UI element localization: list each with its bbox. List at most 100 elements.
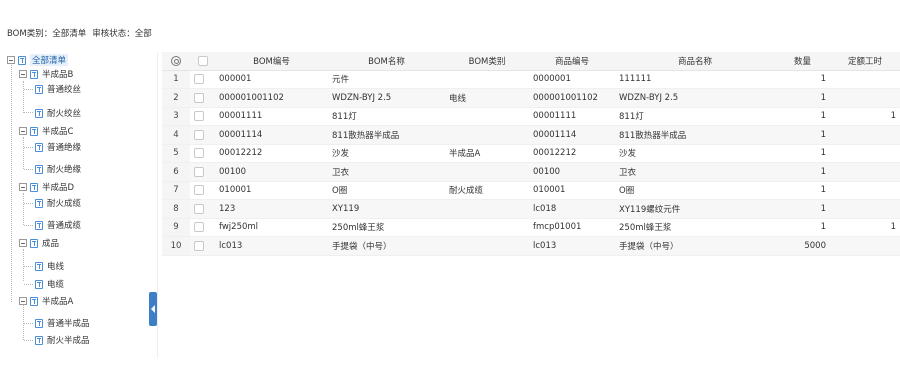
column-settings[interactable] <box>162 52 190 71</box>
tree-node-label: 耐火绝缘 <box>47 165 82 175</box>
table-row[interactable]: 4 00001114 811散热器半成品 00001114 811散热器半成品 … <box>162 125 900 145</box>
collapse-icon[interactable] <box>7 56 15 64</box>
row-checkbox[interactable] <box>194 148 204 158</box>
table-row[interactable]: 3 00001111 811灯 00001111 811灯 1 1 <box>162 107 900 126</box>
row-select[interactable] <box>190 199 215 219</box>
tree-node-label: 半成品A <box>42 297 74 307</box>
gear-icon[interactable] <box>171 55 181 66</box>
column-header[interactable]: 商品编号 <box>529 52 615 71</box>
cell-qty: 5000 <box>775 236 830 256</box>
cell-hours <box>830 199 900 219</box>
cell-item-name: 811散热器半成品 <box>615 125 775 145</box>
tree-node-leaf[interactable]: 普通半成品 <box>35 316 90 330</box>
table-row[interactable]: 7 010001 O圈 耐火成缆 010001 O圈 1 <box>162 181 900 200</box>
filter-summary: BOM类别：全部清单 审核状态：全部 <box>7 27 152 39</box>
table-row[interactable]: 9 fwj250ml 250ml蜂王浆 fmcp01001 250ml蜂王浆 1… <box>162 218 900 237</box>
row-select[interactable] <box>190 236 215 256</box>
tree-node-root[interactable]: 全部清单 <box>7 53 69 67</box>
row-checkbox[interactable] <box>194 129 204 140</box>
tree-guide <box>11 62 12 302</box>
cell-bom-no: 000001 <box>215 70 328 89</box>
select-all-checkbox[interactable] <box>197 55 208 66</box>
tree-node-label: 普通绝缘 <box>47 143 82 153</box>
tree-guide <box>24 147 33 148</box>
tree-node-leaf[interactable]: 耐火绝缘 <box>35 162 81 176</box>
collapse-icon[interactable] <box>19 127 27 135</box>
tree-node-group[interactable]: 半成品A <box>19 294 73 308</box>
row-checkbox[interactable] <box>194 203 204 214</box>
category-tree: 全部清单 半成品B 普通绞丝 耐火绞丝 半成品C 普通绝缘 耐火绝缘 半成品D … <box>6 52 148 358</box>
cell-hours <box>830 236 900 256</box>
collapse-icon[interactable] <box>19 297 27 305</box>
cell-bom-name: 沙发 <box>328 144 445 163</box>
cell-item-no: 000001001102 <box>529 88 615 108</box>
tree-node-leaf[interactable]: 电缆 <box>35 277 64 291</box>
row-select[interactable] <box>190 144 215 163</box>
cell-bom-name: 手提袋（中号） <box>328 236 445 256</box>
tree-node-label: 普通成缆 <box>47 221 82 231</box>
row-select[interactable] <box>190 125 215 145</box>
collapse-icon[interactable] <box>19 183 27 191</box>
tree-node-leaf[interactable]: 耐火半成品 <box>35 333 90 347</box>
cell-bom-type <box>445 236 529 256</box>
category-filter-label: BOM类别： <box>7 29 53 39</box>
column-header[interactable]: BOM名称 <box>328 52 445 71</box>
row-select[interactable] <box>190 88 215 108</box>
tree-node-leaf[interactable]: 电线 <box>35 259 64 273</box>
tree-guide <box>23 193 24 225</box>
row-select[interactable] <box>190 162 215 182</box>
row-checkbox[interactable] <box>194 92 204 103</box>
tree-node-label: 耐火绞丝 <box>47 109 82 119</box>
tree-node-group[interactable]: 半成品C <box>19 124 73 138</box>
row-select[interactable] <box>190 107 215 126</box>
select-all[interactable] <box>190 52 215 71</box>
column-header[interactable]: BOM类别 <box>445 52 529 71</box>
table-row[interactable]: 5 00012212 沙发 半成品A 00012212 沙发 1 <box>162 144 900 163</box>
status-filter: 审核状态：全部 <box>92 27 152 39</box>
tree-node-group[interactable]: 半成品D <box>19 180 74 194</box>
cell-bom-name: 卫衣 <box>328 162 445 182</box>
cell-hours: 1 <box>830 107 900 126</box>
row-select[interactable] <box>190 70 215 89</box>
tree-node-leaf[interactable]: 耐火绞丝 <box>35 106 81 120</box>
row-select[interactable] <box>190 181 215 200</box>
collapse-icon[interactable] <box>19 239 27 247</box>
row-checkbox[interactable] <box>194 166 204 177</box>
table-row[interactable]: 1 000001 元件 0000001 111111 1 <box>162 70 900 89</box>
row-checkbox[interactable] <box>194 240 204 251</box>
column-header[interactable]: BOM编号 <box>215 52 328 71</box>
table-row[interactable]: 6 00100 卫衣 00100 卫衣 1 <box>162 162 900 182</box>
table-row[interactable]: 10 lc013 手提袋（中号） lc013 手提袋（中号） 5000 <box>162 236 900 256</box>
column-header[interactable]: 商品名称 <box>615 52 775 71</box>
tree-node-leaf[interactable]: 普通绞丝 <box>35 82 81 96</box>
table-row[interactable]: 8 123 XY119 lc018 XY119螺纹元件 1 <box>162 199 900 219</box>
cell-bom-no: 000001001102 <box>215 88 328 108</box>
row-checkbox[interactable] <box>194 185 204 195</box>
cell-qty: 1 <box>775 125 830 145</box>
cell-bom-type: 电线 <box>445 88 529 108</box>
tree-node-group[interactable]: 成品 <box>19 236 59 250</box>
cell-qty: 1 <box>775 107 830 126</box>
bom-table: BOM编号 BOM名称 BOM类别 商品编号 商品名称 数量 定额工时 1 00… <box>162 52 900 256</box>
cell-item-name: O圈 <box>615 181 775 200</box>
row-checkbox[interactable] <box>194 222 204 232</box>
row-number: 8 <box>162 199 190 219</box>
tree-node-leaf[interactable]: 耐火成缆 <box>35 196 81 210</box>
status-filter-value: 全部 <box>134 29 152 39</box>
cell-bom-no: 00001114 <box>215 125 328 145</box>
cell-hours: 1 <box>830 218 900 237</box>
tree-node-leaf[interactable]: 普通绝缘 <box>35 140 81 154</box>
collapse-icon[interactable] <box>19 70 27 78</box>
collapse-left-icon[interactable] <box>149 292 157 326</box>
column-header[interactable]: 数量 <box>775 52 830 71</box>
cell-bom-type: 半成品A <box>445 144 529 163</box>
tree-node-leaf[interactable]: 普通成缆 <box>35 218 81 232</box>
tree-node-group[interactable]: 半成品B <box>19 67 73 81</box>
row-select[interactable] <box>190 218 215 237</box>
column-header[interactable]: 定额工时 <box>830 52 900 71</box>
cell-bom-name: 250ml蜂王浆 <box>328 218 445 237</box>
row-checkbox[interactable] <box>194 111 204 121</box>
cell-hours <box>830 88 900 108</box>
row-checkbox[interactable] <box>194 74 204 84</box>
table-row[interactable]: 2 000001001102 WDZN-BYJ 2.5 电线 000001001… <box>162 88 900 108</box>
